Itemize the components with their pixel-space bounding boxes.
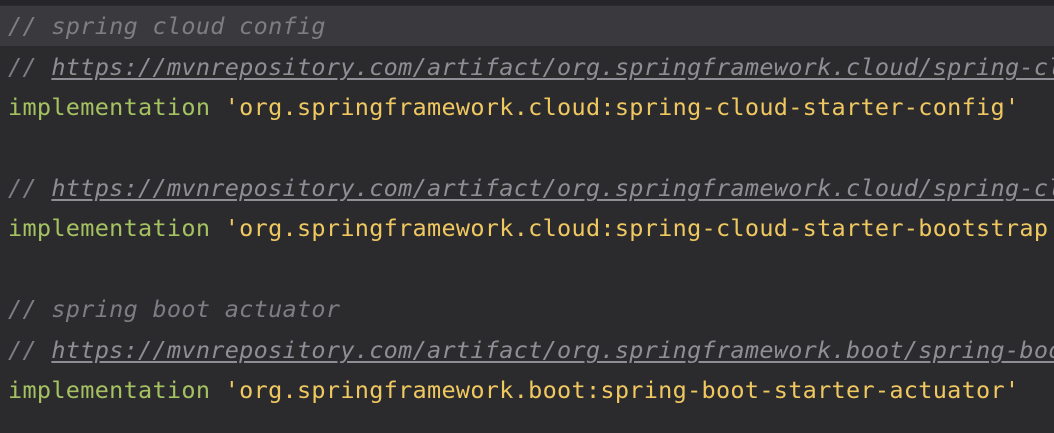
code-line-dependency[interactable]: implementation 'org.springframework.clou… <box>8 87 1019 127</box>
dependency-string: 'org.springframework.boot:spring-boot-st… <box>224 376 1020 404</box>
dependency-string: 'org.springframework.cloud:spring-cloud-… <box>224 214 1054 242</box>
repository-link[interactable]: https://mvnrepository.com/artifact/org.s… <box>51 53 1054 81</box>
implementation-keyword: implementation <box>8 376 211 404</box>
code-line-dependency[interactable]: implementation 'org.springframework.clou… <box>8 208 1054 248</box>
code-line-comment[interactable]: // spring cloud config <box>0 6 1054 46</box>
implementation-keyword: implementation <box>8 93 211 121</box>
code-line-comment[interactable]: // spring boot actuator <box>8 289 340 329</box>
dependency-string: 'org.springframework.cloud:spring-cloud-… <box>224 93 1020 121</box>
comment-text: // spring cloud config <box>8 12 326 40</box>
code-line-url-comment[interactable]: // https://mvnrepository.com/artifact/or… <box>8 330 1054 370</box>
implementation-keyword: implementation <box>8 214 211 242</box>
code-editor[interactable]: // spring cloud config // https://mvnrep… <box>0 0 1054 433</box>
editor-top-border <box>0 0 1054 5</box>
repository-link[interactable]: https://mvnrepository.com/artifact/org.s… <box>51 336 1054 364</box>
comment-prefix: // <box>8 174 52 202</box>
repository-link[interactable]: https://mvnrepository.com/artifact/org.s… <box>51 174 1054 202</box>
code-line-dependency[interactable]: implementation 'org.springframework.boot… <box>8 370 1019 410</box>
code-line-url-comment[interactable]: // https://mvnrepository.com/artifact/or… <box>8 168 1054 208</box>
comment-prefix: // <box>8 336 52 364</box>
comment-prefix: // <box>8 53 52 81</box>
comment-text: // spring boot actuator <box>8 295 341 323</box>
code-line-url-comment[interactable]: // https://mvnrepository.com/artifact/or… <box>8 47 1054 87</box>
